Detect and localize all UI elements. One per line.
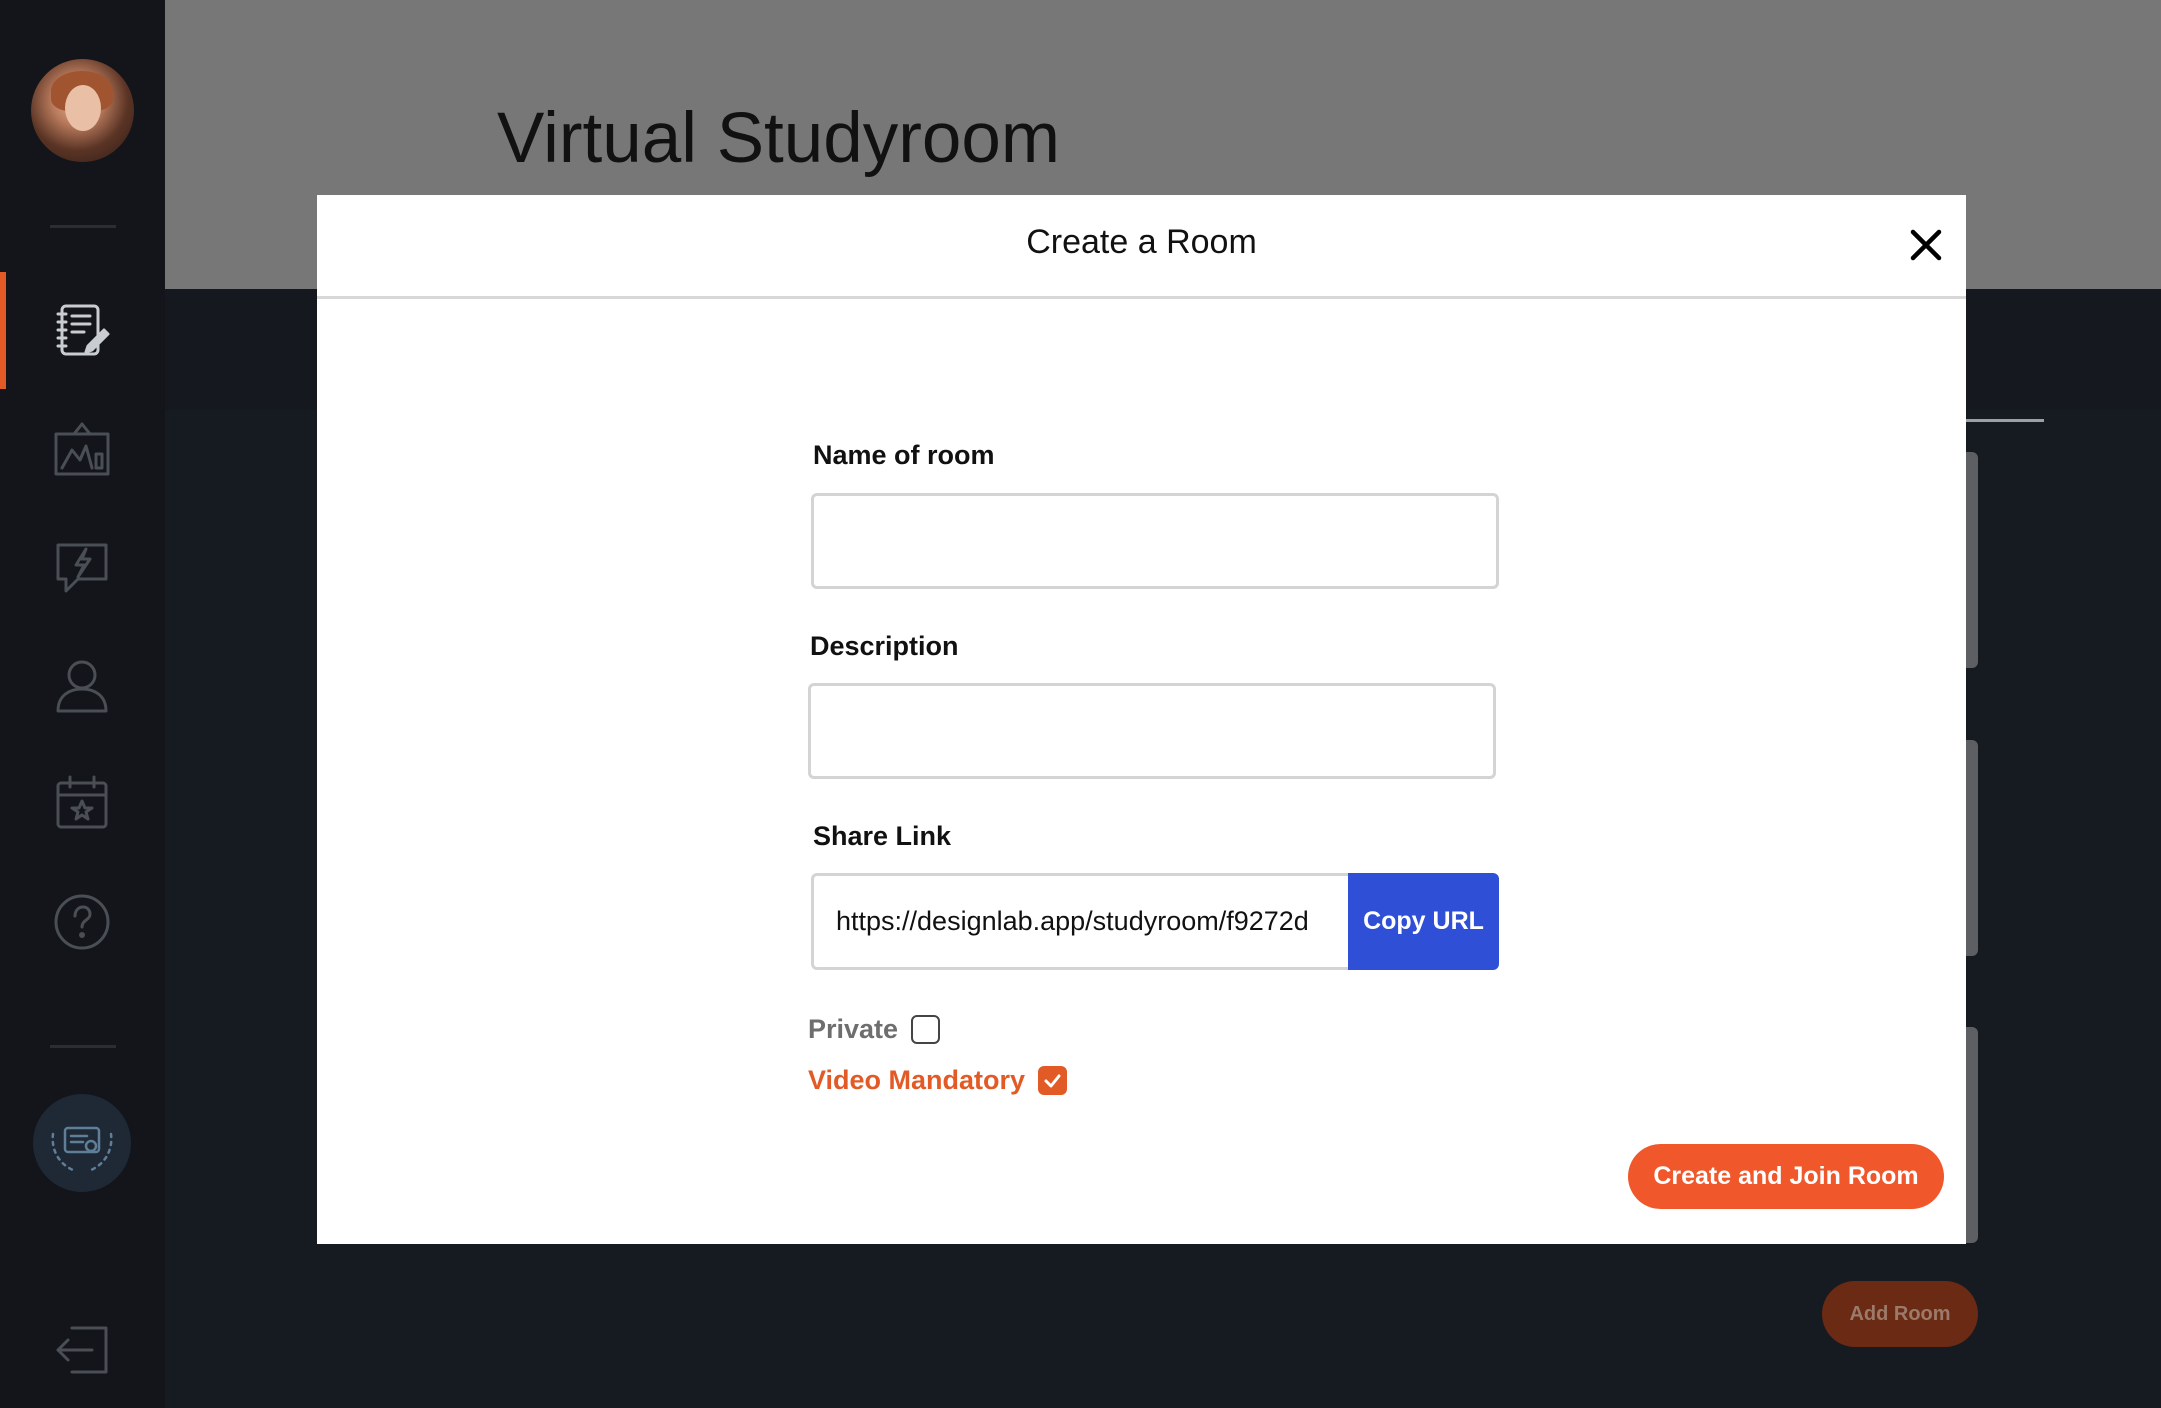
room-name-input[interactable] xyxy=(811,493,1499,589)
modal-header: Create a Room xyxy=(317,195,1966,299)
page-title: Virtual Studyroom xyxy=(497,99,1061,178)
description-label: Description xyxy=(810,631,959,661)
room-card xyxy=(1966,740,1978,956)
help-icon[interactable] xyxy=(52,892,112,952)
active-indicator xyxy=(0,272,6,389)
sidebar-divider xyxy=(50,225,116,228)
sidebar xyxy=(0,0,165,1408)
description-input[interactable] xyxy=(808,683,1496,779)
private-checkbox[interactable] xyxy=(911,1014,941,1044)
create-room-modal: Create a Room Name of room Description S… xyxy=(317,195,1966,1244)
create-and-join-room-button[interactable]: Create and Join Room xyxy=(1628,1144,1944,1209)
user-icon[interactable] xyxy=(52,655,112,715)
private-option[interactable]: Private xyxy=(808,1011,941,1047)
close-button[interactable] xyxy=(1906,225,1946,265)
share-link-input[interactable] xyxy=(811,873,1348,970)
room-card xyxy=(1966,1027,1978,1243)
chart-board-icon[interactable] xyxy=(52,420,112,480)
logout-icon[interactable] xyxy=(52,1320,112,1380)
copy-url-button[interactable]: Copy URL xyxy=(1348,873,1499,970)
sidebar-divider xyxy=(50,1045,116,1048)
flash-chat-icon[interactable] xyxy=(52,537,112,597)
video-mandatory-checkbox[interactable] xyxy=(1038,1065,1068,1095)
video-mandatory-label: Video Mandatory xyxy=(808,1064,1026,1095)
add-room-button[interactable]: Add Room xyxy=(1822,1281,1978,1347)
modal-title: Create a Room xyxy=(1026,223,1257,261)
tab-underline xyxy=(1966,419,2044,422)
video-mandatory-option[interactable]: Video Mandatory xyxy=(808,1062,1068,1098)
avatar[interactable] xyxy=(31,59,134,162)
achievement-badge-icon[interactable] xyxy=(33,1094,131,1192)
calendar-star-icon[interactable] xyxy=(52,773,112,833)
room-card xyxy=(1966,452,1978,668)
private-label: Private xyxy=(808,1013,899,1044)
notebook-icon[interactable] xyxy=(52,300,112,360)
close-icon xyxy=(1910,229,1942,261)
share-link-label: Share Link xyxy=(813,821,952,851)
checkmark-icon xyxy=(1044,1074,1061,1087)
name-of-room-label: Name of room xyxy=(813,440,995,470)
